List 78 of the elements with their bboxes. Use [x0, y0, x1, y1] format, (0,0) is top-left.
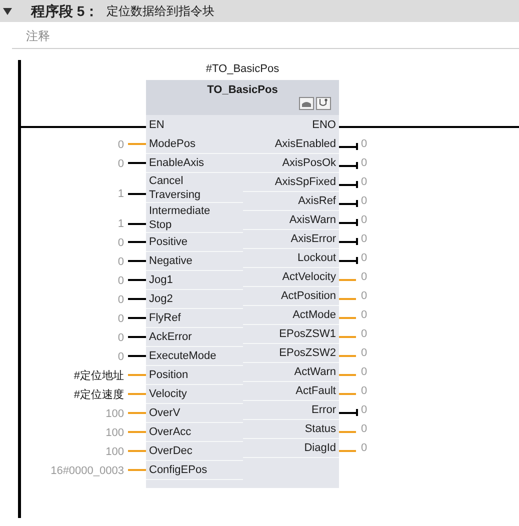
network-title[interactable]: 定位数据给到指令块	[106, 2, 215, 20]
operand[interactable]: 0	[361, 382, 368, 400]
operand[interactable]: 0	[361, 401, 368, 419]
pin-label: ActPosition	[280, 290, 336, 302]
operand[interactable]: 0	[361, 230, 368, 248]
pin-label: AxisSpFixed	[274, 176, 336, 188]
operand[interactable]: 0	[361, 344, 368, 362]
pin-label: EPosZSW1	[279, 328, 336, 340]
pin-label: OverAcc	[149, 425, 192, 440]
pin-label: Status	[304, 423, 336, 435]
pin-label: Positive	[149, 235, 189, 250]
pin-label: EN	[149, 118, 164, 133]
pin-label: AxisError	[290, 233, 336, 245]
pin-label: ActWarn	[294, 366, 336, 378]
pin-label: Jog2	[149, 292, 174, 307]
operand[interactable]: 0	[118, 293, 124, 307]
operand[interactable]: #定位地址	[74, 369, 124, 383]
pin-label: ModePos	[149, 137, 196, 152]
operand[interactable]: 0	[361, 173, 368, 191]
operand[interactable]: 0	[361, 135, 368, 153]
operand[interactable]: 0	[361, 439, 368, 457]
operand[interactable]: 0	[118, 274, 124, 288]
pin-label: ConfigEPos	[149, 463, 208, 478]
pin-label: Cancel Traversing	[149, 174, 202, 202]
operand[interactable]: 1	[118, 187, 124, 201]
operand[interactable]: 1	[118, 217, 124, 231]
operand[interactable]: 0	[361, 268, 368, 286]
operand[interactable]: 0	[361, 306, 368, 324]
pin-label: ActVelocity	[282, 271, 336, 283]
block-type: TO_BasicPos	[206, 83, 279, 98]
pin-label: Position	[149, 368, 190, 383]
operand[interactable]: 0	[361, 249, 368, 267]
network-label: 程序段 5：	[31, 2, 99, 20]
pin-label: AxisRef	[298, 195, 336, 207]
operand[interactable]: #定位速度	[74, 388, 124, 402]
pin-label: EPosZSW2	[279, 347, 336, 359]
pin-label: OverV	[149, 406, 182, 421]
operand[interactable]: 100	[106, 445, 124, 459]
operand[interactable]: 0	[118, 350, 124, 364]
operand[interactable]: 0	[361, 192, 368, 210]
operand[interactable]: 0	[118, 255, 124, 269]
pin-label: AckError	[149, 330, 193, 345]
pin-label: ENO	[312, 118, 336, 133]
operand[interactable]: 0	[361, 154, 368, 172]
operand[interactable]: 0	[118, 138, 124, 152]
toolbox-icon[interactable]	[299, 97, 314, 110]
instance-name: #TO_BasicPos	[204, 62, 280, 77]
pin-label: AxisWarn	[289, 214, 336, 226]
pin-label: FlyRef	[149, 311, 182, 326]
stethoscope-icon[interactable]	[316, 97, 331, 110]
operand[interactable]: 0	[118, 157, 124, 171]
operand[interactable]: 0	[118, 312, 124, 326]
pin-label: ExecuteMode	[149, 349, 218, 364]
pin-label: Intermediate Stop	[149, 204, 212, 232]
pin-label: EnableAxis	[149, 156, 206, 171]
pin-label: Lockout	[297, 252, 336, 264]
pin-label: AxisPosOk	[282, 157, 336, 169]
pin-label: ActMode	[292, 309, 336, 321]
operand[interactable]: 0	[361, 420, 368, 438]
operand[interactable]: 100	[106, 426, 124, 440]
pin-label: Error	[312, 404, 336, 416]
pin-label: ActFault	[296, 385, 336, 397]
pin-label: OverDec	[149, 444, 194, 459]
pin-label: Negative	[149, 254, 194, 269]
operand[interactable]: 0	[361, 363, 368, 381]
operand[interactable]: 0	[118, 331, 124, 345]
pin-label: AxisEnabled	[274, 138, 336, 150]
operand[interactable]: 0	[361, 325, 368, 343]
pin-label: DiagId	[304, 442, 336, 454]
operand[interactable]: 0	[361, 211, 368, 229]
collapse-triangle-icon[interactable]	[3, 8, 12, 14]
pin-label: Velocity	[149, 387, 188, 402]
operand[interactable]: 100	[106, 407, 124, 421]
operand[interactable]: 0	[361, 287, 368, 305]
operand[interactable]: 16#0000_0003	[50, 464, 124, 478]
pin-label: Jog1	[149, 273, 174, 288]
comment-field[interactable]: 注释	[26, 27, 50, 45]
operand[interactable]: 0	[118, 236, 124, 250]
